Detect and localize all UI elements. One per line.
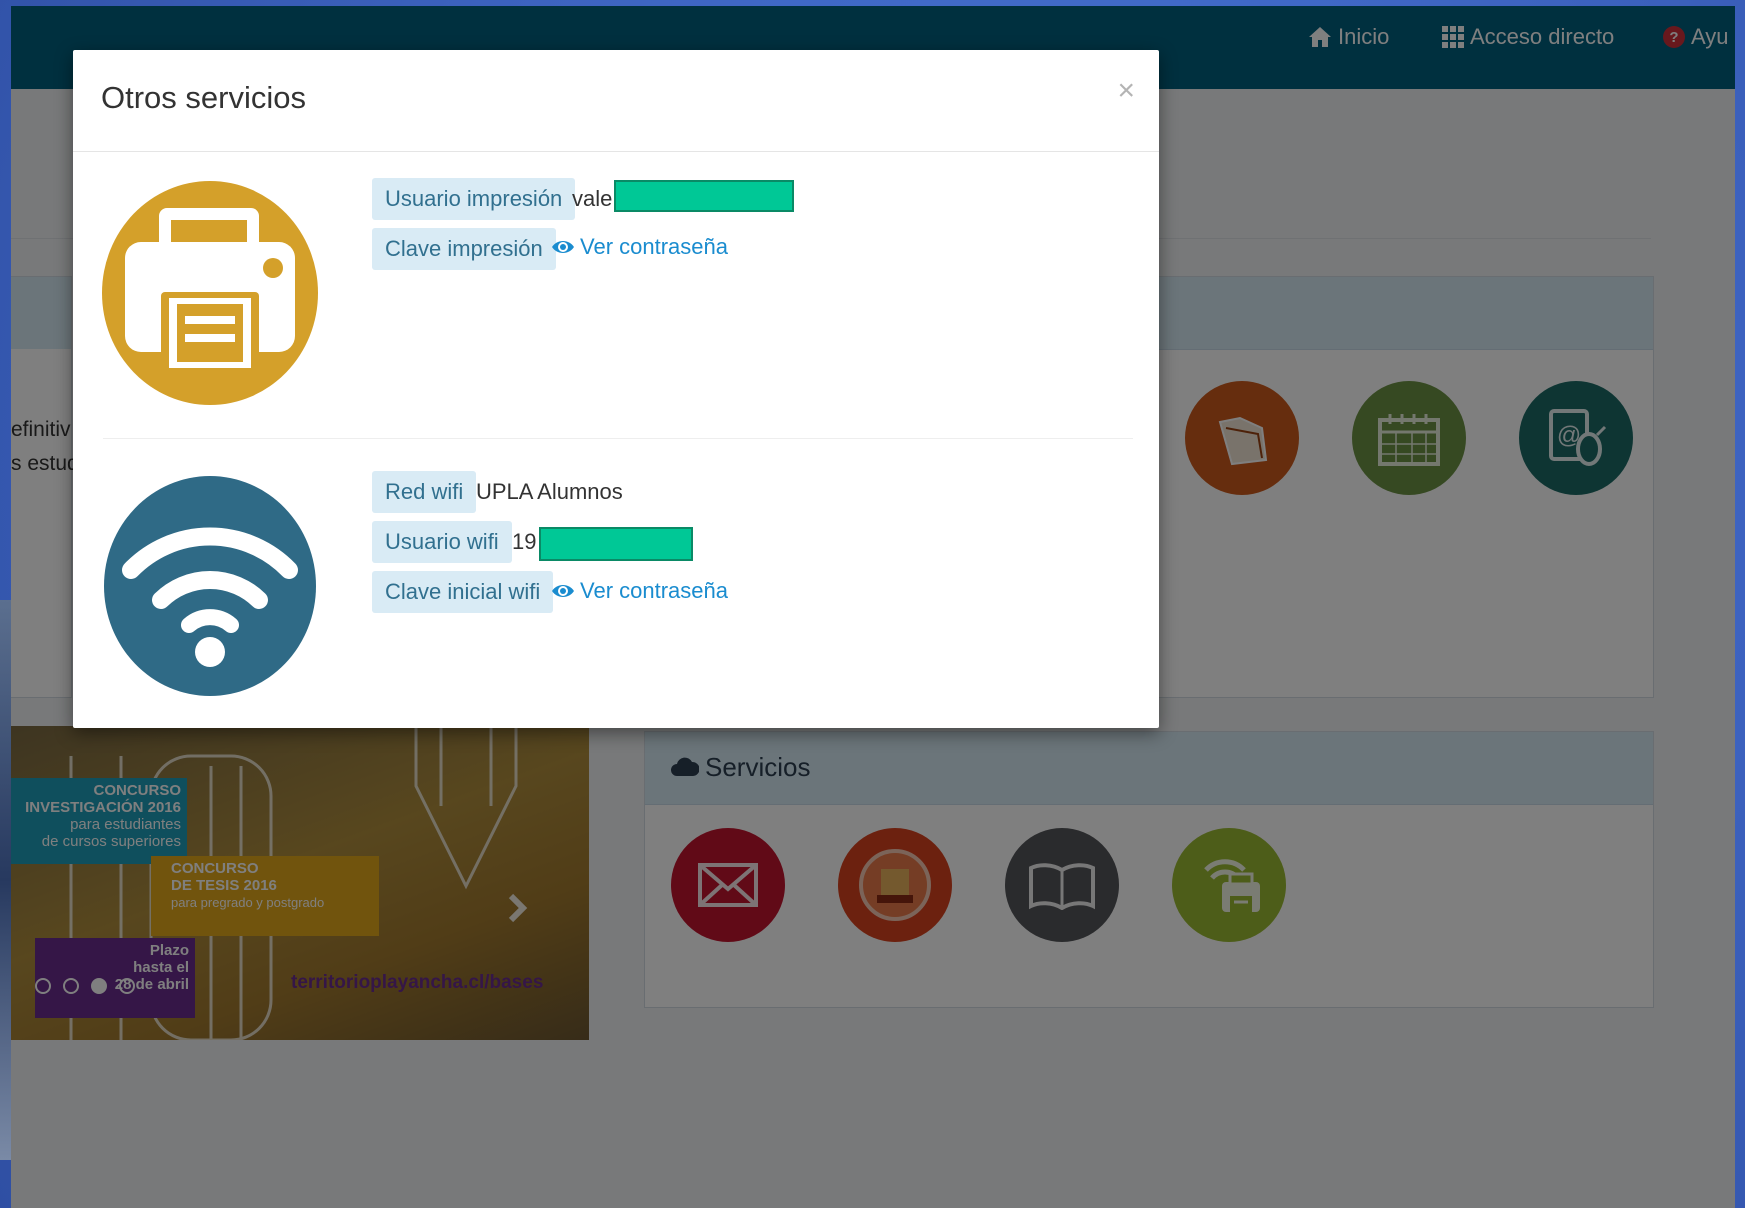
redaction-box [614, 180, 794, 212]
modal-header-divider [73, 151, 1159, 152]
eye-icon [552, 585, 574, 597]
ver-contrasena-wifi-link[interactable]: Ver contraseña [551, 570, 728, 612]
usuario-wifi-value: 19 [512, 529, 537, 554]
ver-contrasena-impresion-label: Ver contraseña [580, 234, 728, 259]
red-wifi-label: Red wifi [372, 471, 477, 513]
close-button[interactable]: × [1117, 76, 1135, 106]
printer-icon [102, 181, 318, 405]
ver-contrasena-wifi-label: Ver contraseña [580, 578, 728, 603]
eye-icon [552, 241, 574, 253]
usuario-wifi-label: Usuario wifi [372, 521, 512, 563]
redaction-box [539, 527, 693, 561]
usuario-impresion-label: Usuario impresión [372, 178, 576, 220]
red-wifi-value: UPLA Alumnos [476, 479, 623, 504]
wifi-icon [104, 476, 316, 696]
modal-title: Otros servicios [101, 80, 306, 115]
clave-impresion-label: Clave impresión [372, 228, 556, 270]
otros-servicios-modal: Otros servicios × Usuario impresión vale… [73, 50, 1159, 728]
modal-section-divider [103, 438, 1133, 439]
usuario-impresion-value: vale [572, 186, 613, 211]
clave-inicial-wifi-label: Clave inicial wifi [372, 571, 554, 613]
ver-contrasena-impresion-link[interactable]: Ver contraseña [551, 226, 728, 268]
